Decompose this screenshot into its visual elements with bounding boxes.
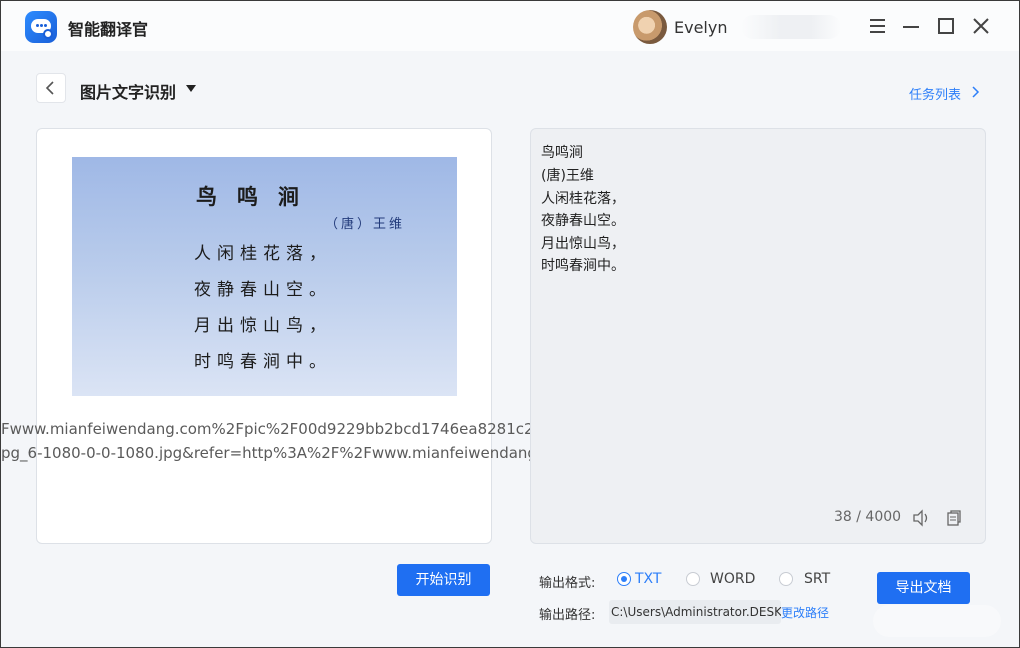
close-icon[interactable] xyxy=(970,15,992,37)
result-line: 鸟鸣涧 xyxy=(541,145,583,161)
chevron-left-icon xyxy=(45,81,54,95)
poem-line: 月出惊山鸟， xyxy=(194,316,332,336)
back-button[interactable] xyxy=(36,73,66,103)
char-counter: 38 / 4000 xyxy=(834,509,902,525)
app-logo-icon xyxy=(25,11,57,43)
copy-icon[interactable] xyxy=(945,509,963,527)
watermark xyxy=(873,605,1001,637)
chevron-right-icon[interactable] xyxy=(970,84,980,100)
poem-line: 人闲桂花落， xyxy=(194,244,332,264)
poem-line: 夜静春山空。 xyxy=(194,280,332,300)
format-label: 输出格式: xyxy=(539,576,596,591)
caret-down-icon[interactable] xyxy=(186,85,196,92)
task-list-link[interactable]: 任务列表 xyxy=(909,84,961,103)
output-path-field[interactable]: C:\Users\Administrator.DESK... xyxy=(609,600,781,624)
result-line: 时鸣春涧中。 xyxy=(541,258,625,274)
image-url-text: Fwww.mianfeiwendang.com%2Fpic%2F00d9229b… xyxy=(1,420,553,438)
title-bar: 智能翻译官 Evelyn xyxy=(1,1,1019,51)
page-title[interactable]: 图片文字识别 xyxy=(80,79,176,103)
minimize-icon[interactable] xyxy=(900,15,922,37)
app-window: 智能翻译官 Evelyn 图片文字识别 任务列表 鸟鸣涧 （唐）王维 人闲桂花落… xyxy=(0,0,1020,648)
image-preview: 鸟鸣涧 （唐）王维 人闲桂花落， 夜静春山空。 月出惊山鸟， 时鸣春涧中。 xyxy=(72,157,457,396)
avatar[interactable] xyxy=(633,10,667,44)
poem-title: 鸟鸣涧 xyxy=(196,184,319,209)
blurred-account-info xyxy=(741,15,841,39)
format-radio-txt[interactable] xyxy=(617,572,631,586)
result-line: (唐)王维 xyxy=(541,168,594,184)
path-label: 输出路径: xyxy=(539,608,596,623)
result-line: 月出惊山鸟， xyxy=(541,236,625,252)
username[interactable]: Evelyn xyxy=(674,18,727,37)
speaker-icon[interactable] xyxy=(912,509,932,527)
result-line: 人闲桂花落， xyxy=(541,191,625,207)
format-option-txt[interactable]: TXT xyxy=(635,571,661,587)
app-name: 智能翻译官 xyxy=(68,20,149,39)
format-option-srt[interactable]: SRT xyxy=(804,571,830,587)
export-document-button[interactable]: 导出文档 xyxy=(877,572,970,604)
poem-line: 时鸣春涧中。 xyxy=(194,352,332,372)
change-path-link[interactable]: 更改路径 xyxy=(781,604,829,621)
result-line: 夜静春山空。 xyxy=(541,213,625,229)
start-recognition-button[interactable]: 开始识别 xyxy=(397,564,490,596)
format-radio-word[interactable] xyxy=(686,572,700,586)
image-url-text: pg_6-1080-0-0-1080.jpg&refer=http%3A%2F%… xyxy=(1,444,554,462)
format-option-word[interactable]: WORD xyxy=(710,571,755,587)
menu-icon[interactable] xyxy=(867,15,889,37)
poem-author: （唐）王维 xyxy=(325,217,406,232)
format-radio-srt[interactable] xyxy=(779,572,793,586)
maximize-icon[interactable] xyxy=(935,15,957,37)
